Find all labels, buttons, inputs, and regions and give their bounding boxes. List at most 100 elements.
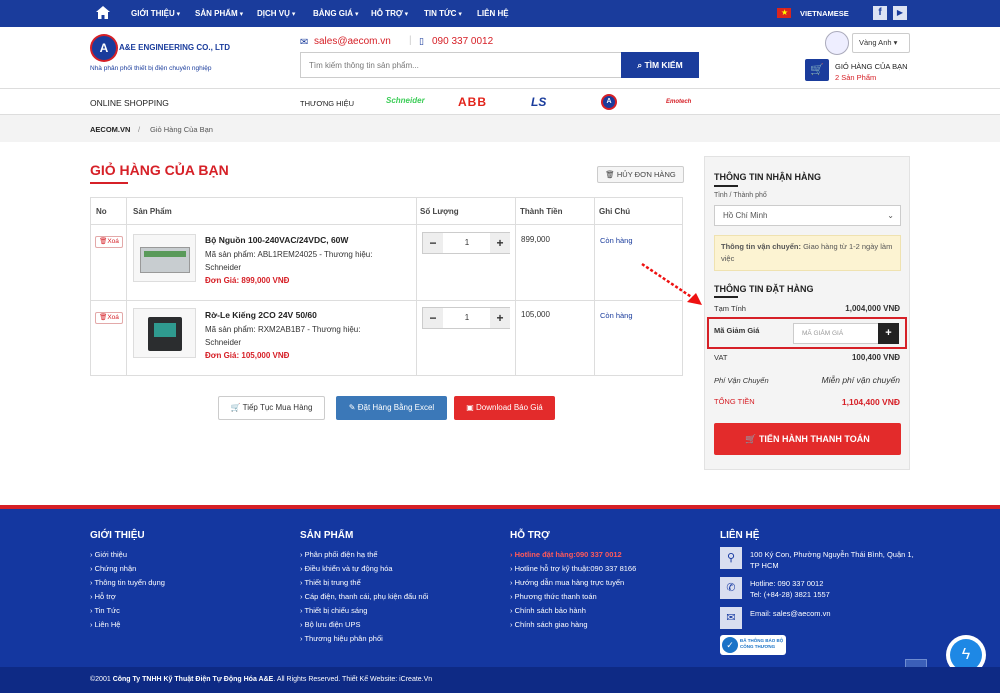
brand-schneider[interactable]: Schneider <box>386 96 425 105</box>
footer-link[interactable]: Thiết bị chiếu sáng <box>300 606 367 615</box>
footer-link[interactable]: Điều khiển và tự động hóa <box>300 564 393 573</box>
phone-icon: ✆ <box>720 577 742 599</box>
footer-link[interactable]: Phương thức thanh toán <box>510 592 597 601</box>
remove-item-button[interactable]: 🗑Xoá <box>95 236 123 248</box>
divider: | <box>409 35 412 46</box>
language-label[interactable]: VIETNAMESE <box>800 9 849 18</box>
footer-link[interactable]: Thương hiệu phân phối <box>300 634 382 643</box>
footer-about-title: GIỚI THIỆU <box>90 530 145 541</box>
brand-ls[interactable]: LS <box>531 95 546 109</box>
excel-order-button[interactable]: ✎ Đặt Hàng Bằng Excel <box>336 396 447 420</box>
language-select[interactable]: Vàng Anh ▾ <box>852 33 910 53</box>
footer-link[interactable]: Bộ lưu điện UPS <box>300 620 361 629</box>
footer-link[interactable]: Hotline hỗ trợ kỹ thuật:090 337 8166 <box>510 564 637 573</box>
continue-shopping-button[interactable]: 🛒 Tiếp Tục Mua Hàng <box>218 396 325 420</box>
footer-link[interactable]: Hướng dẫn mua hàng trực tuyến <box>510 578 625 587</box>
footer-link[interactable]: Thông tin tuyển dụng <box>90 578 164 587</box>
nav-item-services[interactable]: DỊCH VỤ <box>257 9 295 18</box>
nav-item-products[interactable]: SẢN PHẨM <box>195 9 243 18</box>
search-placeholder: Tìm kiếm thông tin sản phẩm... <box>309 61 419 70</box>
quantity-stepper[interactable]: − 1 + <box>422 232 510 254</box>
product-image[interactable] <box>133 234 196 282</box>
footer-email[interactable]: Email: sales@aecom.vn <box>750 609 831 618</box>
decrease-button[interactable]: − <box>423 233 443 253</box>
product-image[interactable] <box>133 308 196 358</box>
home-icon[interactable] <box>96 6 110 19</box>
col-total: Thành Tiền <box>520 207 563 216</box>
header-cart-count[interactable]: 2 Sản Phẩm <box>835 73 876 82</box>
pdf-icon: ▣ <box>466 403 477 412</box>
footer-tel: Tel: (+84-28) 3821 1557 <box>750 590 830 599</box>
footer-link[interactable]: Chính sách giao hàng <box>510 620 588 629</box>
nav-item-news[interactable]: TIN TỨC <box>424 9 462 18</box>
header-email[interactable]: sales@aecom.vn <box>314 36 391 47</box>
breadcrumb: AECOM.VN / Giỏ Hàng Của Bạn <box>0 115 1000 142</box>
download-quote-button[interactable]: ▣ Download Báo Giá <box>454 396 555 420</box>
footer-link[interactable]: Chứng nhận <box>90 564 137 573</box>
stock-note: Còn hàng <box>600 311 633 320</box>
brand-abb[interactable]: ABB <box>458 95 487 109</box>
breadcrumb-home[interactable]: AECOM.VN <box>90 125 130 134</box>
company-logo[interactable]: A <box>90 34 118 62</box>
clear-order-button[interactable]: 🗑 HỦY ĐƠN HÀNG <box>597 166 684 183</box>
unit-price: Đơn Giá: 899,000 VNĐ <box>205 276 290 285</box>
vat-label: VAT <box>714 353 728 362</box>
quantity-input[interactable]: 1 <box>443 308 491 328</box>
footer-hotline-link[interactable]: Hotline đặt hàng:090 337 0012 <box>510 550 622 559</box>
increase-button[interactable]: + <box>490 233 510 253</box>
facebook-icon[interactable]: f <box>873 6 887 20</box>
footer-link[interactable]: Giới thiệu <box>90 550 127 559</box>
footer-link[interactable]: Tin Tức <box>90 606 119 615</box>
government-badge[interactable]: ✓ ĐÃ THÔNG BÁO BỘ CÔNG THƯƠNG <box>720 635 786 655</box>
vietnam-flag-icon[interactable]: ★ <box>777 8 791 18</box>
footer-link[interactable]: Hỗ trợ <box>90 592 116 601</box>
subtotal-label: Tạm Tính <box>714 304 746 313</box>
edit-icon: ✎ <box>348 403 358 412</box>
nav-item-pricelist[interactable]: BẢNG GIÁ <box>313 9 358 18</box>
online-shopping-label[interactable]: ONLINE SHOPPING <box>90 98 169 108</box>
product-name[interactable]: Rờ-Le Kiếng 2CO 24V 50/60 <box>205 310 317 320</box>
quantity-stepper[interactable]: − 1 + <box>422 307 510 329</box>
top-navigation: GIỚI THIỆU SẢN PHẨM DỊCH VỤ BẢNG GIÁ HỖ … <box>0 0 1000 27</box>
header-cart-title[interactable]: GIỎ HÀNG CỦA BẠN <box>835 62 908 71</box>
increase-button[interactable]: + <box>490 308 510 328</box>
remove-item-button[interactable]: 🗑Xoá <box>95 312 123 324</box>
city-select[interactable]: Hồ Chí Minh ⌄ <box>714 205 901 226</box>
header-phone[interactable]: 090 337 0012 <box>432 36 493 47</box>
nav-item-about[interactable]: GIỚI THIỆU <box>131 9 180 18</box>
quantity-input[interactable]: 1 <box>443 233 491 253</box>
shipping-notice: Thông tin vận chuyển: Giao hàng từ 1-2 n… <box>714 235 901 271</box>
apply-coupon-button[interactable]: + <box>878 323 899 344</box>
cart-icon[interactable]: 🛒 <box>805 59 829 81</box>
table-header: No Sản Phẩm Số Lượng Thành Tiền Ghi Chú <box>91 198 682 375</box>
brand-emotech[interactable]: Emotech <box>666 99 691 105</box>
footer-link[interactable]: Cáp điện, thanh cái, phụ kiện đấu nối <box>300 592 429 601</box>
youtube-icon[interactable]: ▶ <box>893 6 907 20</box>
coupon-input[interactable]: MÃ GIẢM GIÁ <box>793 323 879 344</box>
search-button[interactable]: ⌕ TÌM KIẾM <box>621 52 699 78</box>
footer-link[interactable]: Liên Hệ <box>90 620 121 629</box>
col-product: Sản Phẩm <box>133 207 172 216</box>
footer-link[interactable]: Phân phối điện hạ thế <box>300 550 378 559</box>
grand-total-label: TỔNG TIỀN <box>714 397 755 406</box>
footer-link[interactable]: Thiết bị trung thế <box>300 578 360 587</box>
checkout-button[interactable]: 🛒 TIẾN HÀNH THANH TOÁN <box>714 423 901 455</box>
cart-icon: 🛒 <box>230 403 243 412</box>
globe-icon[interactable] <box>825 31 849 55</box>
brand-ae[interactable]: A <box>601 94 617 110</box>
main-content: GIỎ HÀNG CỦA BẠN 🗑 HỦY ĐƠN HÀNG No Sản P… <box>0 142 1000 505</box>
mail-icon: ✉ <box>720 607 742 629</box>
nav-item-support[interactable]: HỖ TRỢ <box>371 9 408 18</box>
decrease-button[interactable]: − <box>423 308 443 328</box>
trash-icon: 🗑 <box>605 170 617 179</box>
footer-products-title: SẢN PHẨM <box>300 530 354 541</box>
copyright: ©2001 Công Ty TNHH Kỹ Thuật Điện Tự Động… <box>90 676 433 683</box>
footer-link[interactable]: Chính sách bảo hành <box>510 606 586 615</box>
line-total: 899,000 <box>521 235 550 244</box>
phone-icon: ▯ <box>419 36 424 46</box>
chevron-down-icon: ⌄ <box>887 211 894 220</box>
nav-item-contact[interactable]: LIÊN HỆ <box>477 9 509 18</box>
search-input[interactable]: Tìm kiếm thông tin sản phẩm... <box>300 52 622 78</box>
envelope-icon: ✉ <box>300 37 309 48</box>
product-name[interactable]: Bộ Nguồn 100-240VAC/24VDC, 60W <box>205 235 348 245</box>
